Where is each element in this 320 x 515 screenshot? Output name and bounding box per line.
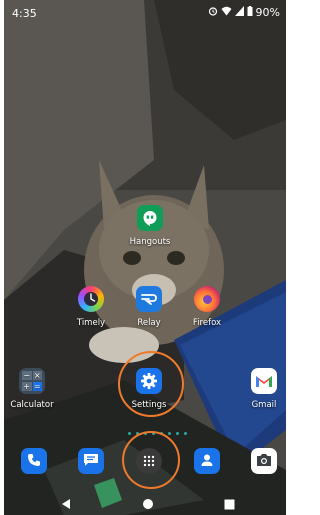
messages-icon [83,452,99,471]
battery-percent: 90% [255,6,280,19]
back-icon [62,499,70,509]
timely-icon [78,286,104,312]
navigation-bar [4,487,286,515]
home-button[interactable] [142,495,154,514]
app-label: Firefox [192,318,222,328]
app-relay[interactable]: Relay [121,286,177,328]
back-button[interactable] [60,495,72,514]
home-icon [143,499,153,509]
home-screen: 4:35 90% Hangouts Timely Relay Firefox −… [4,0,286,515]
firefox-icon [194,286,220,312]
hangouts-icon [137,205,163,231]
app-firefox[interactable]: Firefox [179,286,235,328]
dock-camera[interactable] [251,448,277,474]
dock-contacts[interactable] [194,448,220,474]
relay-icon [136,286,162,312]
app-timely[interactable]: Timely [63,286,119,328]
app-label: Gmail [251,400,277,410]
contacts-icon [200,452,214,471]
app-gmail[interactable]: Gmail [236,368,286,410]
wifi-icon [221,6,232,19]
status-icons: 90% [208,6,280,19]
calculator-icon: − × + = [19,368,45,394]
settings-highlight-ring [118,351,184,417]
app-drawer-highlight-ring [122,431,180,489]
gmail-icon [251,368,277,394]
recents-button[interactable] [224,495,235,514]
dock-messages[interactable] [78,448,104,474]
phone-icon [27,452,41,471]
app-calculator[interactable]: − × + = Calculator [4,368,60,410]
camera-icon [256,452,272,471]
signal-icon [234,6,244,19]
dock-phone[interactable] [21,448,47,474]
battery-icon [247,6,253,19]
app-hangouts[interactable]: Hangouts [122,205,178,247]
app-label: Relay [137,318,161,328]
app-label: Calculator [10,400,54,410]
recents-icon [224,499,235,510]
app-label: Hangouts [129,237,171,247]
app-label: Timely [76,318,106,328]
status-time: 4:35 [12,7,37,20]
alarm-icon [208,6,218,19]
status-bar: 4:35 90% [4,0,286,26]
